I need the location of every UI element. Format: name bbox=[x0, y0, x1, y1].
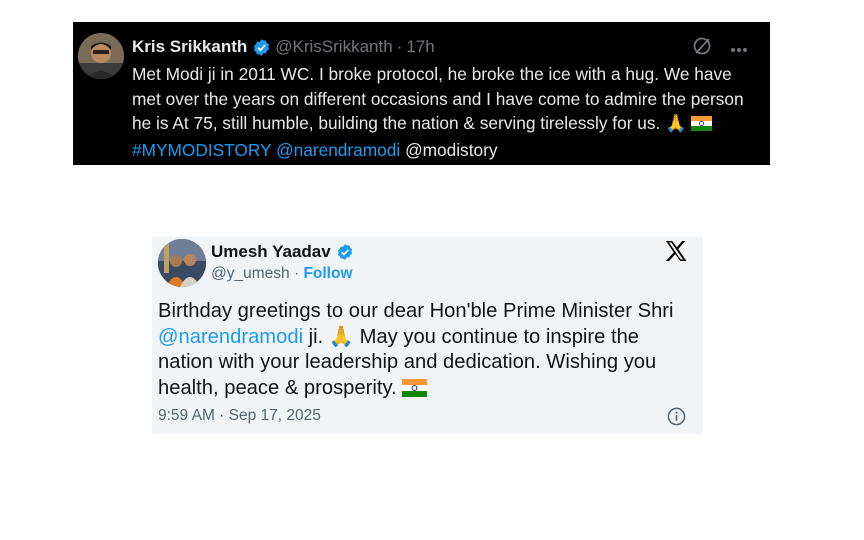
separator: · bbox=[396, 37, 403, 56]
pray-emoji: 🙏 bbox=[328, 325, 354, 348]
mention-link[interactable]: @narendramodi bbox=[276, 140, 400, 160]
more-icon[interactable] bbox=[730, 40, 748, 58]
tweet-text-part2: ji. bbox=[303, 325, 329, 348]
mention-text: @modistory bbox=[405, 139, 498, 160]
author-handle[interactable]: @y_umesh bbox=[211, 265, 290, 282]
tweet-card-kris-srikkanth: Kris Srikkanth @KrisSrikkanth · 17h Met … bbox=[73, 22, 770, 165]
x-logo-icon[interactable] bbox=[665, 241, 687, 266]
hashtag-link[interactable]: #MYMODISTORY bbox=[132, 140, 271, 160]
author-name[interactable]: Umesh Yaadav bbox=[211, 242, 331, 262]
tweet-text-main: Met Modi ji in 2011 WC. I broke protocol… bbox=[132, 64, 744, 133]
author-handle[interactable]: @KrisSrikkanth bbox=[275, 37, 392, 57]
india-flag-icon bbox=[402, 378, 428, 405]
pray-emoji: 🙏 bbox=[665, 113, 687, 133]
follow-button[interactable]: Follow bbox=[303, 265, 352, 282]
tweet-text-line1: Birthday greetings to our dear Hon'ble P… bbox=[158, 300, 674, 322]
tweet-timestamp[interactable]: 9:59 AM · Sep 17, 2025 bbox=[158, 407, 321, 425]
verified-badge-icon bbox=[336, 243, 354, 261]
grok-icon[interactable] bbox=[692, 36, 712, 61]
author-name[interactable]: Kris Srikkanth bbox=[132, 37, 247, 57]
avatar[interactable] bbox=[78, 33, 124, 79]
info-icon[interactable] bbox=[667, 407, 686, 431]
india-flag-icon bbox=[691, 113, 713, 138]
tweet-text: Met Modi ji in 2011 WC. I broke protocol… bbox=[132, 62, 747, 162]
timestamp[interactable]: 17h bbox=[406, 37, 434, 57]
verified-badge-icon bbox=[252, 38, 271, 57]
avatar[interactable] bbox=[158, 239, 206, 287]
separator: · bbox=[293, 265, 300, 282]
tweet-text: Birthday greetings to our dear Hon'ble P… bbox=[158, 299, 693, 404]
tweet-card-umesh-yaadav: Umesh Yaadav @y_umesh · Follow Birthday … bbox=[152, 237, 703, 434]
mention-link[interactable]: @narendramodi bbox=[158, 326, 303, 348]
